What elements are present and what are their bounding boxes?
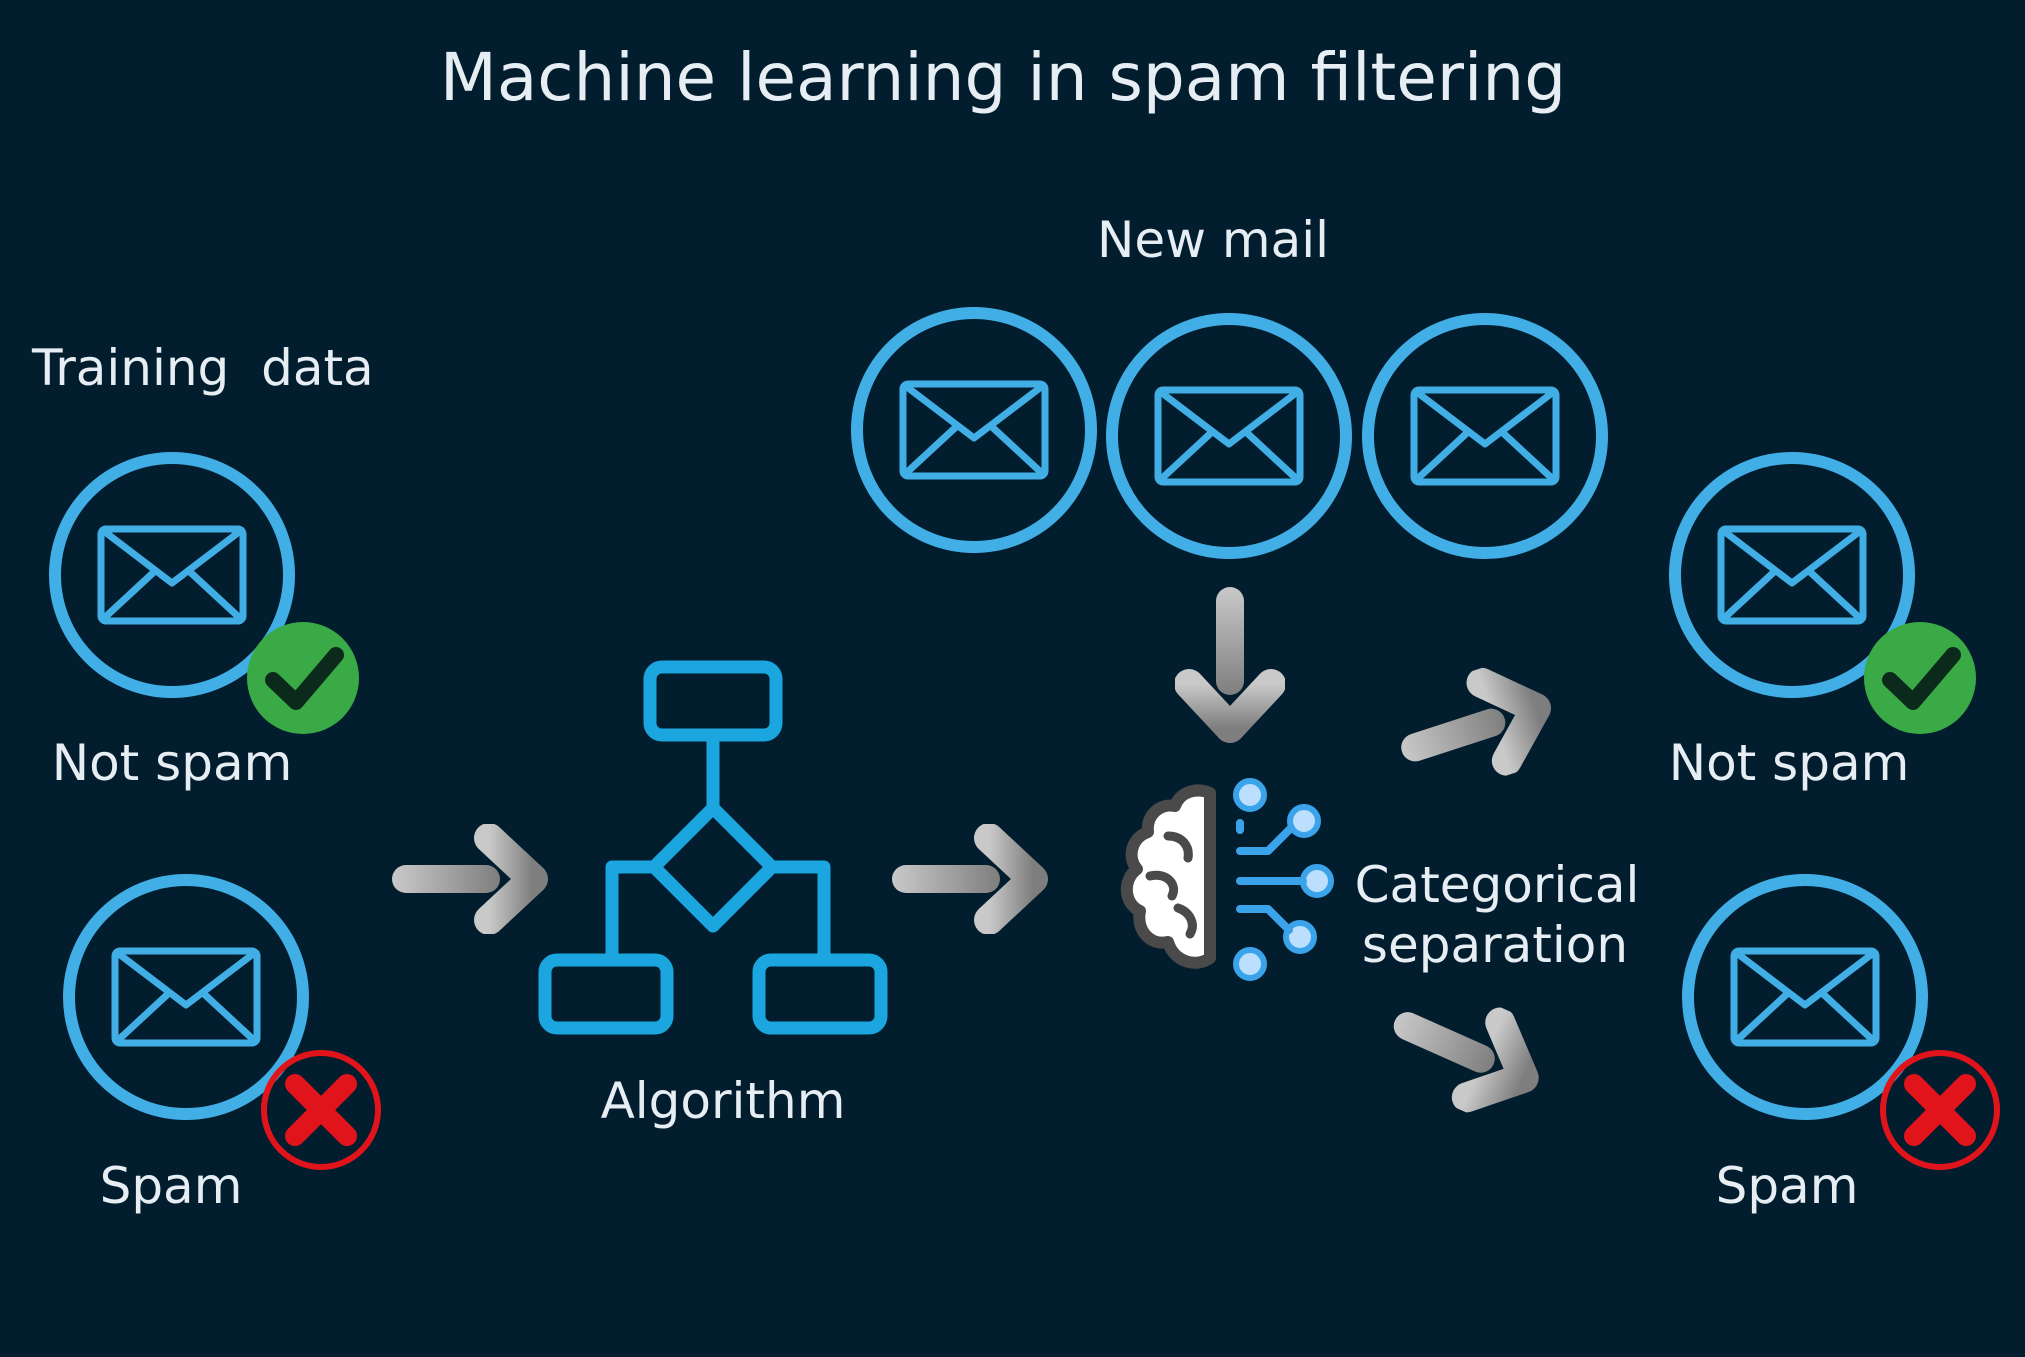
output-spam-label: Spam <box>1716 1157 1859 1215</box>
training-data-heading: Training data <box>31 339 374 397</box>
new-mail-2 <box>1106 313 1352 559</box>
mail-ring <box>1106 313 1352 559</box>
new-mail-label: New mail <box>1097 211 1329 269</box>
arrow-icon <box>1189 587 1271 728</box>
separation-label-line2: separation <box>1362 916 1628 974</box>
mail-ring <box>1682 874 1928 1120</box>
training-spam-label: Spam <box>100 1157 243 1215</box>
checkmark-icon <box>1864 622 1976 734</box>
cross-icon <box>1880 1050 2000 1170</box>
envelope-icon <box>101 529 243 621</box>
envelope-icon <box>1414 390 1556 482</box>
arrow-icon <box>1378 983 1540 1115</box>
output-spam-mail <box>1682 874 1928 1120</box>
envelope-icon <box>1721 529 1863 621</box>
mail-ring <box>851 307 1097 553</box>
new-mail-3 <box>1362 313 1608 559</box>
envelope-icon <box>1158 390 1300 482</box>
flowchart-icon <box>538 660 888 1035</box>
mail-ring <box>63 874 309 1120</box>
arrow-icon <box>892 838 1033 920</box>
cross-icon <box>261 1050 381 1170</box>
new-mail-1 <box>851 307 1097 553</box>
checkmark-icon <box>247 622 359 734</box>
diagram-title: Machine learning in spam filtering <box>440 39 1566 116</box>
output-not-spam-label: Not spam <box>1669 734 1910 792</box>
arrow-icon <box>1389 669 1548 791</box>
separation-label-line1: Categorical <box>1355 856 1640 914</box>
arrow-icon <box>392 838 533 920</box>
mail-ring <box>1362 313 1608 559</box>
diagram-canvas: Machine learning in spam filtering Train… <box>0 0 2025 1357</box>
spam-filter-diagram: Machine learning in spam filtering Train… <box>31 39 2000 1215</box>
ai-brain-icon <box>1120 778 1334 981</box>
training-not-spam-label: Not spam <box>52 734 293 792</box>
algorithm-label: Algorithm <box>601 1072 846 1130</box>
training-spam-mail <box>63 874 309 1120</box>
envelope-icon <box>115 951 257 1043</box>
envelope-icon <box>903 384 1045 476</box>
envelope-icon <box>1734 951 1876 1043</box>
